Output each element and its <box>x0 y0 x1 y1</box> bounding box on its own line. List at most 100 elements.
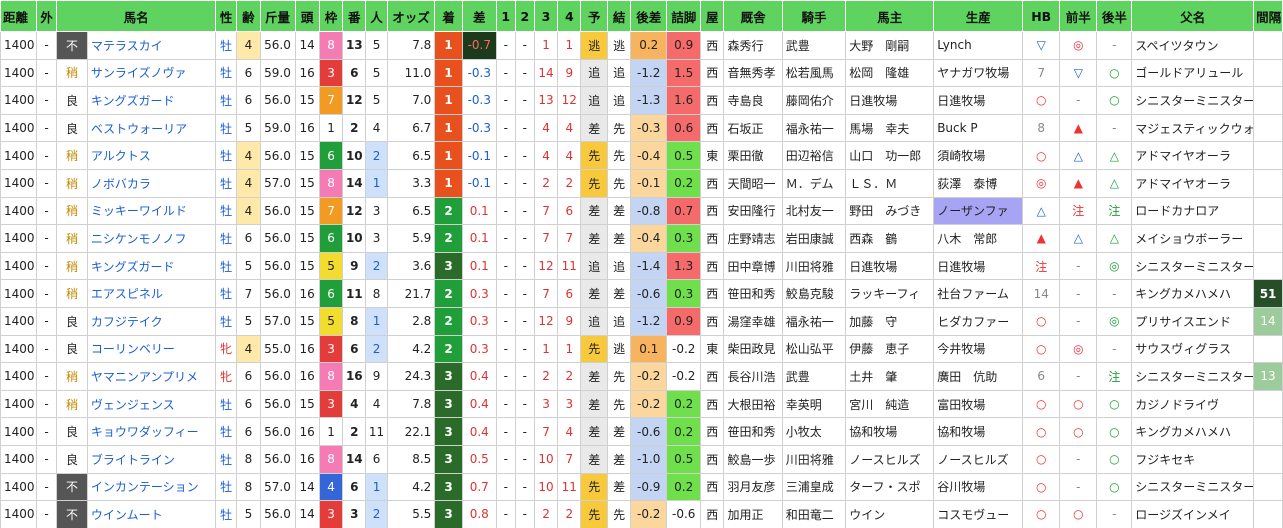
header-20[interactable]: 詰脚 <box>666 0 702 32</box>
cell-kyu: 柴田政見 <box>723 334 783 364</box>
table-row[interactable]: 1400- 不インカンテーション牡 8 57.0 14 4 6 1 4.2 3 0.7- -10 11 先… <box>0 472 1283 502</box>
cell-atosa: -1.4 <box>630 251 668 281</box>
cell-yo: 差 <box>580 224 608 253</box>
header-28[interactable]: 後半 <box>1096 0 1133 32</box>
header-1[interactable]: 外 <box>36 0 58 32</box>
cell-waku: 8 <box>318 31 344 60</box>
cell-sei: 廣田 伉助 <box>933 362 1024 391</box>
header-9[interactable]: 人 <box>365 0 388 32</box>
cell-kou: - <box>1096 500 1133 528</box>
header-19[interactable]: 後差 <box>630 0 668 32</box>
header-21[interactable]: 屋 <box>700 0 725 32</box>
table-row[interactable]: 1400- 不ウインムート牡 5 56.0 14 3 3 2 5.5 3 0.8- -2 2 先先 -0.2… <box>0 500 1283 528</box>
header-3[interactable]: 性 <box>215 0 238 32</box>
table-row[interactable]: 1400- 良キョウワダッフィー牡 6 56.0 16 1 2 11 22.1 3 0.4- -7 4 差… <box>0 417 1283 446</box>
cell-name[interactable]: アルクトス <box>86 141 217 170</box>
cell-owner: 日進牧場 <box>845 251 935 281</box>
table-row[interactable]: 1400- 稍ニシケンモノノフ牡 6 56.0 15 6 10 3 5.9 2 0.1- -7 7 差差 -… <box>0 224 1283 253</box>
cell-hb: ○ <box>1022 472 1061 502</box>
cell-p3: 2 <box>533 500 559 528</box>
cell-n: 15 <box>294 168 320 198</box>
header-12[interactable]: 差 <box>461 0 497 32</box>
cell-name[interactable]: コーリンベリー <box>86 334 217 364</box>
cell-p1: - <box>495 306 516 336</box>
cell-out: - <box>36 279 58 308</box>
cell-name[interactable]: ヴェンジェンス <box>86 389 217 419</box>
cell-kou: - <box>1096 31 1133 60</box>
cell-fin: 1 <box>434 141 463 170</box>
header-0[interactable]: 距離 <box>0 0 38 32</box>
header-25[interactable]: 生産 <box>933 0 1024 32</box>
header-24[interactable]: 馬主 <box>845 0 935 32</box>
header-6[interactable]: 頭 <box>294 0 320 32</box>
cell-zen: - <box>1059 362 1098 391</box>
table-row[interactable]: 1400- 良ブライトライン牡 8 56.0 16 8 14 6 8.5 3 0.5- -10 7 差差 -… <box>0 444 1283 474</box>
table-row[interactable]: 1400- 稍サンライズノヴァ牡 6 59.0 16 3 6 5 11.0 1 -0.3- -14 9 追… <box>0 58 1283 88</box>
cell-name[interactable]: ウインムート <box>86 500 217 528</box>
header-16[interactable]: 4 <box>557 0 582 32</box>
cell-name[interactable]: ブライトライン <box>86 444 217 474</box>
cell-out: - <box>36 196 58 226</box>
cell-kyu: 羽月友彦 <box>723 472 783 502</box>
table-row[interactable]: 1400- 稍ノボバカラ牡 4 57.0 15 8 14 1 3.3 1 -0.1- -2 2 先先 -0.… <box>0 168 1283 198</box>
cell-odds: 6.5 <box>386 196 436 226</box>
cell-name[interactable]: ニシケンモノノフ <box>86 224 217 253</box>
cell-tsume: 0.7 <box>666 196 702 226</box>
cell-out: - <box>36 500 58 528</box>
table-row[interactable]: 1400- 良キングズガード牡 6 56.0 15 7 12 5 7.0 1 -0.3- -13 12 追… <box>0 86 1283 115</box>
table-row[interactable]: 1400- 稍ヴェンジェンス牡 6 56.0 15 3 4 4 7.8 3 0.4- -3 3 差先 -0.… <box>0 389 1283 419</box>
header-7[interactable]: 枠 <box>318 0 344 32</box>
table-row[interactable]: 1400- 不マテラスカイ牡 4 56.0 14 8 13 5 7.8 1 -0.7- -1 1 逃逃 0.… <box>0 31 1283 60</box>
header-27[interactable]: 前半 <box>1059 0 1098 32</box>
cell-fin: 3 <box>434 472 463 502</box>
header-14[interactable]: 2 <box>514 0 535 32</box>
table-row[interactable]: 1400- 稍キングズガード牡 5 56.0 15 5 9 2 3.6 3 0.1- -12 11 追追 -… <box>0 251 1283 281</box>
cell-waku: 6 <box>318 279 344 308</box>
cell-kg: 57.0 <box>259 472 296 502</box>
header-23[interactable]: 騎手 <box>781 0 847 32</box>
header-5[interactable]: 斤量 <box>259 0 296 32</box>
header-13[interactable]: 1 <box>495 0 516 32</box>
table-row[interactable]: 1400- 良カフジテイク牡 5 57.0 15 5 8 1 2.8 2 0.3- -12 9 追追 -1.… <box>0 306 1283 336</box>
table-row[interactable]: 1400- 良コーリンベリー牝 4 55.0 16 3 6 2 4.2 2 0.3- -1 1 先逃 0.1… <box>0 334 1283 364</box>
cell-yo: 先 <box>580 500 608 528</box>
cell-p3: 14 <box>533 58 559 88</box>
cell-name[interactable]: キングズガード <box>86 251 217 281</box>
header-29[interactable]: 父名 <box>1131 0 1255 32</box>
header-8[interactable]: 番 <box>342 0 367 32</box>
header-2[interactable]: 馬名 <box>56 0 217 32</box>
cell-name[interactable]: カフジテイク <box>86 306 217 336</box>
cell-name[interactable]: ヤマニンアンプリメ <box>86 362 217 391</box>
cell-tsume: -0.2 <box>666 362 702 391</box>
header-30[interactable]: 間隔 <box>1253 0 1283 32</box>
header-10[interactable]: オッズ <box>386 0 436 32</box>
cell-sei: コスモヴュー <box>933 500 1024 528</box>
cell-sex: 牡 <box>215 472 238 502</box>
cell-n: 15 <box>294 251 320 281</box>
table-row[interactable]: 1400- 稍ヤマニンアンプリメ牝 6 56.0 16 8 16 9 24.3 3 0.4- -2 2 差… <box>0 362 1283 391</box>
header-26[interactable]: HB <box>1022 0 1061 32</box>
header-15[interactable]: 3 <box>533 0 559 32</box>
header-17[interactable]: 予 <box>580 0 608 32</box>
header-22[interactable]: 厩舎 <box>723 0 783 32</box>
cell-name[interactable]: エアスピネル <box>86 279 217 308</box>
header-11[interactable]: 着 <box>434 0 463 32</box>
header-18[interactable]: 結 <box>606 0 632 32</box>
table-row[interactable]: 1400- 稍ミッキーワイルド牡 4 56.0 15 7 12 3 6.5 2 0.1- -7 6 差差 -… <box>0 196 1283 226</box>
table-row[interactable]: 1400- 良ベストウォーリア牡 5 59.0 16 1 2 4 6.7 1 -0.3- -4 4 差先 -… <box>0 113 1283 143</box>
header-4[interactable]: 齢 <box>236 0 261 32</box>
cell-zen: 注 <box>1059 196 1098 226</box>
table-row[interactable]: 1400- 稍エアスピネル牡 7 56.0 16 6 11 8 21.7 2 0.3- -7 6 差差 -0… <box>0 279 1283 308</box>
cell-name[interactable]: ノボバカラ <box>86 168 217 198</box>
cell-name[interactable]: サンライズノヴァ <box>86 58 217 88</box>
cell-name[interactable]: キョウワダッフィー <box>86 417 217 446</box>
cell-dist: 1400 <box>0 417 38 446</box>
cell-name[interactable]: マテラスカイ <box>86 31 217 60</box>
cell-name[interactable]: キングズガード <box>86 86 217 115</box>
cell-p4: 11 <box>557 472 582 502</box>
table-row[interactable]: 1400- 稍アルクトス牡 4 56.0 15 6 10 2 6.5 1 -0.1- -4 4 先先 -0.… <box>0 141 1283 170</box>
cell-name[interactable]: インカンテーション <box>86 472 217 502</box>
cell-name[interactable]: ミッキーワイルド <box>86 196 217 226</box>
cell-name[interactable]: ベストウォーリア <box>86 113 217 143</box>
cell-kishu: 岩田康誠 <box>781 224 847 253</box>
